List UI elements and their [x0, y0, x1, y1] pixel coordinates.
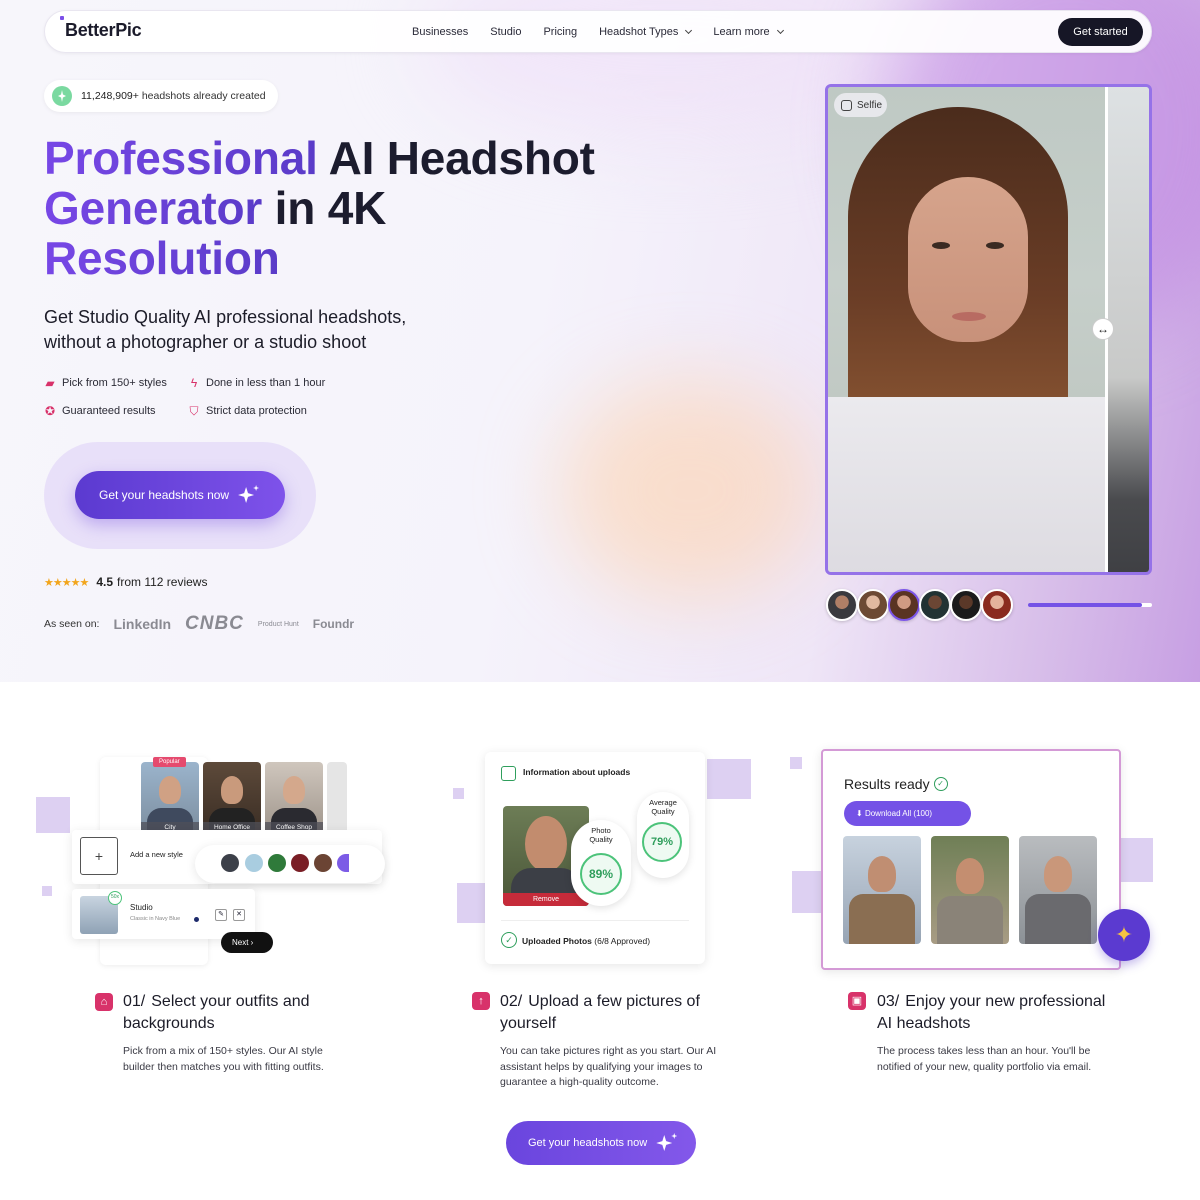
- party-popper-icon: ✦: [1098, 909, 1150, 961]
- step-3-title: 03/Enjoy your new professional AI headsh…: [877, 993, 1106, 1032]
- briefcase-icon: ▣: [848, 992, 866, 1010]
- avatar[interactable]: [857, 589, 889, 621]
- headshots-count-badge: 11,248,909+ headshots already created: [44, 80, 278, 112]
- feature-privacy: ⛉ Strict data protection: [189, 404, 307, 418]
- color-swatch[interactable]: [245, 854, 263, 872]
- hero-section: BetterPic Businesses Studio Pricing Head…: [0, 0, 1200, 682]
- step-1-desc: Pick from a mix of 150+ styles. Our AI s…: [123, 1045, 324, 1073]
- hero-subtitle: Get Studio Quality AI professional heads…: [44, 307, 407, 352]
- sample-avatars: [826, 589, 1013, 621]
- sparkle-icon: [238, 487, 255, 503]
- avatar[interactable]: [950, 589, 982, 621]
- image-icon: [501, 766, 516, 781]
- avatar[interactable]: [826, 589, 858, 621]
- linkedin-logo: LinkedIn: [113, 616, 172, 632]
- style-tile-home-office[interactable]: Home Office: [203, 762, 261, 834]
- nav-link-businesses[interactable]: Businesses: [412, 26, 468, 38]
- chevron-down-icon: [685, 26, 693, 35]
- style-tile-city[interactable]: City: [141, 762, 199, 834]
- remove-button[interactable]: Remove: [503, 893, 589, 906]
- selfie-tag: Selfie: [834, 93, 887, 117]
- logo[interactable]: BetterPic: [60, 16, 142, 41]
- hanger-icon: ⌂: [95, 993, 113, 1011]
- get-headshots-button-bottom[interactable]: Get your headshots now: [506, 1121, 696, 1165]
- nav-link-studio[interactable]: Studio: [490, 26, 521, 38]
- producthunt-logo: Product Hunt: [257, 620, 299, 628]
- photo-quality-score: 89%: [580, 853, 622, 895]
- foundr-logo: Foundr: [312, 617, 355, 631]
- download-all-button[interactable]: ⬇ Download All (100): [844, 801, 971, 826]
- next-button[interactable]: Next ›: [221, 932, 273, 953]
- award-icon: ✪: [44, 404, 56, 418]
- chevron-down-icon: [776, 26, 784, 35]
- nav-dropdown-learn-more[interactable]: Learn more: [713, 26, 784, 38]
- cnbc-logo: CNBC: [185, 613, 244, 634]
- get-headshots-button[interactable]: Get your headshots now: [75, 471, 285, 519]
- as-seen-on: As seen on: LinkedIn CNBC Product Hunt F…: [44, 613, 355, 634]
- avatar[interactable]: [919, 589, 951, 621]
- popular-badge: Popular: [153, 757, 186, 767]
- nav-link-pricing[interactable]: Pricing: [543, 26, 577, 38]
- carousel-progress: [1028, 603, 1152, 607]
- rating-summary: ★★★★★ 4.5 from 112 reviews: [44, 575, 208, 589]
- step-2-desc: You can take pictures right as you start…: [500, 1045, 717, 1088]
- selfie-photo: [828, 87, 1106, 572]
- style-tile-coffee-shop[interactable]: Coffee Shop: [265, 762, 323, 834]
- color-swatch[interactable]: [337, 854, 349, 872]
- shield-icon: ⛉: [189, 404, 199, 418]
- color-swatch[interactable]: [221, 854, 239, 872]
- check-circle-icon: ✓: [933, 777, 948, 791]
- plus-icon[interactable]: +: [80, 837, 118, 875]
- star-rating-icon: ★★★★★: [44, 576, 89, 589]
- sparkle-icon: [656, 1135, 673, 1151]
- close-icon[interactable]: ✕: [233, 909, 245, 921]
- check-circle-icon: ✓: [501, 932, 517, 948]
- result-headshot[interactable]: [931, 836, 1009, 944]
- uploads-card: Information about uploads Remove Photo Q…: [485, 752, 705, 964]
- avatar[interactable]: [888, 589, 920, 621]
- upload-icon: ↑: [472, 992, 490, 1010]
- step-3-desc: The process takes less than an hour. You…: [877, 1045, 1092, 1073]
- feature-styles: ▰ Pick from 150+ styles: [45, 376, 167, 390]
- result-headshot[interactable]: [843, 836, 921, 944]
- step-1-title: 01/Select your outfits and backgrounds: [123, 993, 310, 1032]
- color-picker: [195, 845, 385, 883]
- page-title: Professional AI Headshot Generator in 4K…: [44, 132, 595, 284]
- slider-handle-icon[interactable]: ↔: [1092, 318, 1114, 340]
- color-swatch[interactable]: [268, 854, 286, 872]
- add-style-label[interactable]: Add a new style: [130, 850, 183, 859]
- edit-icon[interactable]: ✎: [215, 909, 227, 921]
- result-headshot[interactable]: [1019, 836, 1097, 944]
- sparkle-icon: [52, 86, 72, 106]
- color-swatch[interactable]: [314, 854, 332, 872]
- selfie-icon: [841, 99, 852, 111]
- lightning-icon: ϟ: [190, 376, 198, 390]
- top-nav: BetterPic Businesses Studio Pricing Head…: [44, 10, 1152, 53]
- nav-dropdown-headshot-types[interactable]: Headshot Types: [599, 26, 693, 38]
- feature-guarantee: ✪ Guaranteed results: [44, 404, 156, 418]
- average-quality-score: 79%: [642, 822, 682, 862]
- get-started-button[interactable]: Get started: [1058, 18, 1143, 46]
- style-cards-icon: ▰: [45, 376, 55, 390]
- color-swatch[interactable]: [291, 854, 309, 872]
- step-2-title: 02/Upload a few pictures of yourself: [500, 993, 700, 1032]
- avatar[interactable]: [981, 589, 1013, 621]
- feature-speed: ϟ Done in less than 1 hour: [188, 377, 325, 389]
